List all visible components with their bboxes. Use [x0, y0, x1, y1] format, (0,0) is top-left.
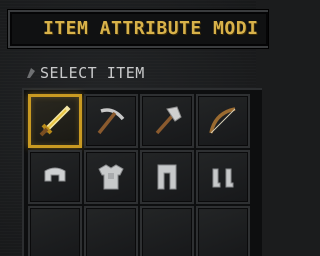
golden-sword-icon: [39, 105, 71, 137]
window-title: ITEM ATTRIBUTE MODI: [43, 18, 259, 39]
bookmark-icon: [27, 68, 35, 78]
item-slot-axe[interactable]: [140, 94, 194, 148]
axe-icon: [155, 106, 182, 135]
pickaxe-icon: [97, 108, 125, 135]
iron-chestplate-icon: [98, 164, 124, 190]
item-slot-empty[interactable]: [196, 206, 250, 256]
item-grid: [22, 88, 262, 256]
item-slot-iron-boots[interactable]: [196, 150, 250, 204]
item-slot-bow[interactable]: [196, 94, 250, 148]
iron-boots-icon: [212, 168, 234, 188]
item-slot-empty[interactable]: [140, 206, 194, 256]
section-label: SELECT ITEM: [40, 64, 145, 82]
item-attribute-modifier-screen: ITEM ATTRIBUTE MODI SELECT ITEM: [0, 0, 268, 256]
item-slot-golden-sword[interactable]: [28, 94, 82, 148]
bow-icon: [209, 107, 236, 134]
item-slot-pickaxe[interactable]: [84, 94, 138, 148]
item-slot-iron-helmet[interactable]: [28, 150, 82, 204]
title-bar: ITEM ATTRIBUTE MODI: [8, 10, 268, 48]
iron-leggings-icon: [157, 164, 177, 190]
item-slot-empty[interactable]: [84, 206, 138, 256]
item-slot-iron-chestplate[interactable]: [84, 150, 138, 204]
item-slot-empty[interactable]: [28, 206, 82, 256]
select-item-header: SELECT ITEM: [26, 64, 145, 82]
iron-helmet-icon: [44, 167, 66, 182]
item-slot-iron-leggings[interactable]: [140, 150, 194, 204]
